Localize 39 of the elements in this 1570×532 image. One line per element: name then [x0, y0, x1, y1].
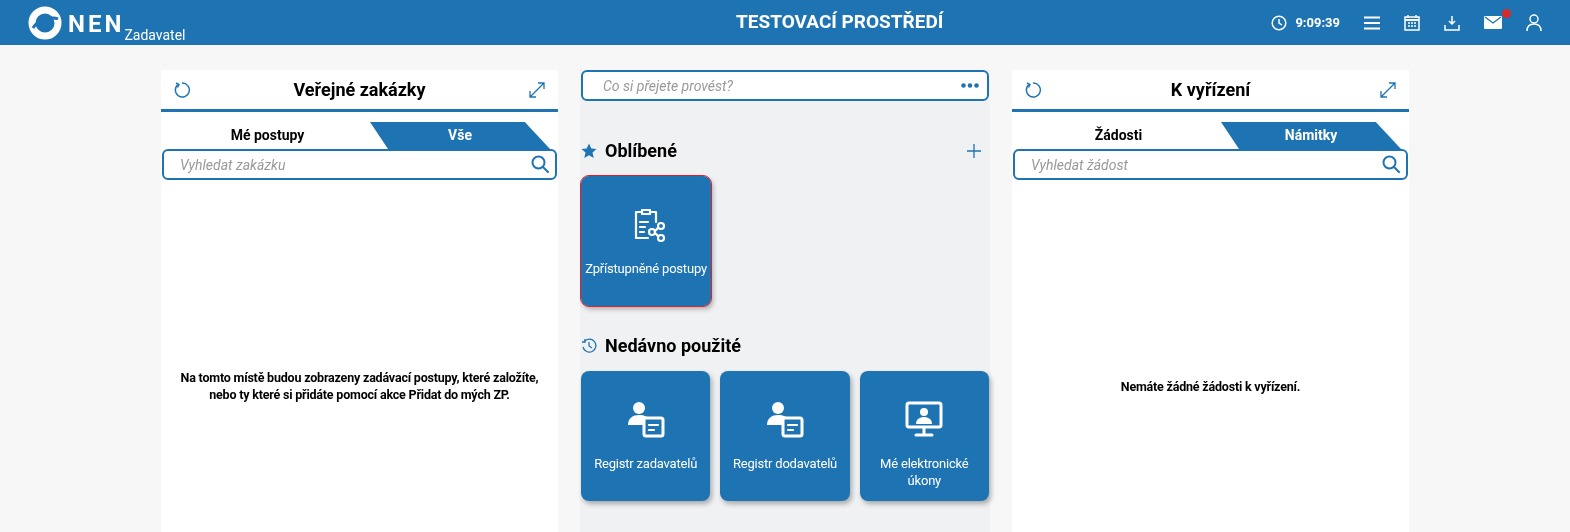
person-card-icon [625, 399, 666, 439]
user-icon[interactable] [1526, 14, 1542, 31]
search-field[interactable]: Vyhledat žádost [1013, 149, 1408, 180]
history-icon [581, 337, 597, 354]
search-icon [531, 155, 549, 173]
more-icon[interactable] [961, 83, 979, 88]
environment-title: TESTOVACÍ PROSTŘEDÍ [735, 9, 945, 36]
logo-icon [28, 5, 62, 40]
panel-title: K vyřízení [1170, 78, 1251, 102]
panel-title: Veřejné zakázky [293, 78, 426, 102]
tab[interactable]: Vše [370, 122, 550, 149]
download-icon[interactable] [1444, 14, 1460, 31]
search-field[interactable]: Vyhledat zakázku [162, 149, 557, 180]
role-label: Zadavatel [124, 25, 186, 45]
person-card-icon [765, 399, 805, 439]
star-icon [581, 142, 597, 159]
logo-text: NEN [68, 8, 125, 40]
mail-icon[interactable] [1484, 16, 1502, 29]
clock-time: 9:09:39 [1295, 13, 1340, 32]
refresh-icon[interactable] [1024, 80, 1042, 99]
calendar-icon[interactable] [1404, 14, 1420, 31]
search-icon [1382, 155, 1400, 173]
clock-icon [1271, 14, 1288, 31]
section-title: Nedávno použité [605, 334, 741, 358]
empty-message: Na tomto místě budou zobrazeny zadávací postupy, které založíte, nebo ty které si přidáte pomocí akce Přidat do mých ZP. [179, 369, 540, 403]
menu-icon[interactable] [1364, 15, 1380, 30]
expand-icon[interactable] [528, 80, 546, 99]
monitor-person-icon [904, 399, 945, 439]
shortcut-tile[interactable]: Registr dodavatelů [720, 371, 850, 501]
expand-icon[interactable] [1379, 80, 1397, 99]
command-field[interactable]: Co si přejete provést? [581, 70, 989, 101]
refresh-icon[interactable] [173, 80, 191, 99]
shortcut-tile[interactable]: Zpřístupněné postupy [581, 176, 711, 306]
shortcut-tile[interactable]: Mé elektronické úkony [859, 371, 989, 501]
add-icon[interactable] [967, 143, 981, 158]
shortcut-tile[interactable]: Registr zadavatelů [581, 371, 711, 501]
section-title: Oblíbené [605, 139, 677, 163]
empty-message: Nemáte žádné žádosti k vyřízení. [1120, 377, 1301, 395]
tab[interactable]: Námitky [1221, 122, 1401, 149]
